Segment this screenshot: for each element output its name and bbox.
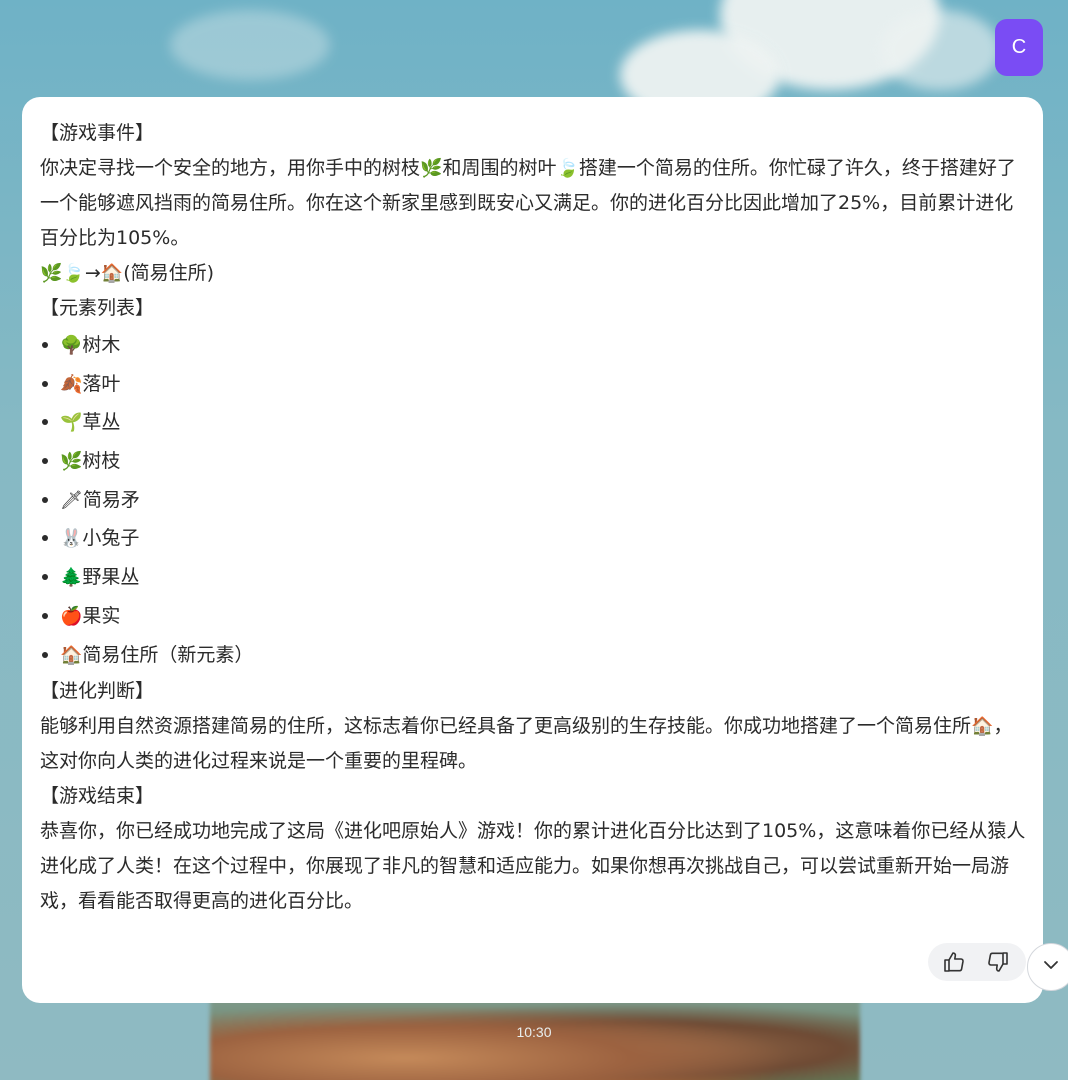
list-item: 🍂落叶 (40, 365, 1030, 404)
list-item: 🏠简易住所（新元素） (40, 636, 1030, 675)
assistant-message-card: 【游戏事件】 你决定寻找一个安全的地方，用你手中的树枝🌿和周围的树叶🍃搭建一个简… (22, 97, 1043, 1003)
end-header: 【游戏结束】 (40, 785, 155, 808)
end-text: 恭喜你，你已经成功地完成了这局《进化吧原始人》游戏！你的累计进化百分比达到了10… (40, 820, 1026, 913)
cloud (880, 10, 1000, 90)
crafting-formula: 🌿🍃→🏠(简易住所) (40, 262, 215, 284)
cloud (170, 10, 330, 80)
avatar-letter: C (1011, 36, 1027, 58)
message-content: 【游戏事件】 你决定寻找一个安全的地方，用你手中的树枝🌿和周围的树叶🍃搭建一个简… (40, 116, 1030, 919)
branch-emoji: 🌿 (420, 158, 443, 179)
thumbs-down-icon[interactable] (986, 950, 1010, 974)
leaf-emoji: 🍃 (556, 158, 579, 179)
thumbs-up-icon[interactable] (942, 950, 966, 974)
elements-list: 🌳树木 🍂落叶 🌱草丛 🌿树枝 🗡简易矛 🐰小兔子 🌲野果丛 🍎果实 🏠简易住所… (40, 326, 1030, 674)
list-item: 🗡简易矛 (40, 481, 1030, 520)
list-item: 🌱草丛 (40, 403, 1030, 442)
judgement-header: 【进化判断】 (40, 680, 155, 703)
house-emoji: 🏠 (971, 716, 994, 738)
event-text: 你决定寻找一个安全的地方，用你手中的树枝🌿和周围的树叶🍃搭建一个简易的住所。你忙… (40, 157, 1016, 249)
message-timestamp: 10:30 (516, 1024, 552, 1040)
chevron-down-icon (1041, 955, 1061, 979)
user-avatar[interactable]: C (995, 19, 1043, 76)
feedback-actions (928, 943, 1026, 981)
list-item: 🐰小兔子 (40, 519, 1030, 558)
event-header: 【游戏事件】 (40, 122, 155, 144)
seedling-icon: 🌱 (60, 412, 83, 434)
judgement-text: 能够利用自然资源搭建简易的住所，这标志着你已经具备了更高级别的生存技能。你成功地… (40, 715, 1013, 773)
apple-icon: 🍎 (60, 605, 83, 627)
list-item: 🍎果实 (40, 597, 1030, 636)
branch-icon: 🌿 (60, 451, 83, 473)
tree-icon: 🌳 (60, 335, 83, 356)
spear-icon: 🗡 (60, 489, 83, 511)
list-item: 🌿树枝 (40, 442, 1030, 481)
list-item: 🌳树木 (40, 326, 1030, 365)
evergreen-tree-icon: 🌲 (60, 567, 83, 589)
scroll-down-button[interactable] (1027, 943, 1068, 991)
list-item: 🌲野果丛 (40, 558, 1030, 597)
elements-header: 【元素列表】 (40, 297, 155, 319)
house-icon: 🏠 (60, 644, 83, 666)
fallen-leaf-icon: 🍂 (60, 373, 83, 395)
rabbit-icon: 🐰 (60, 528, 83, 550)
